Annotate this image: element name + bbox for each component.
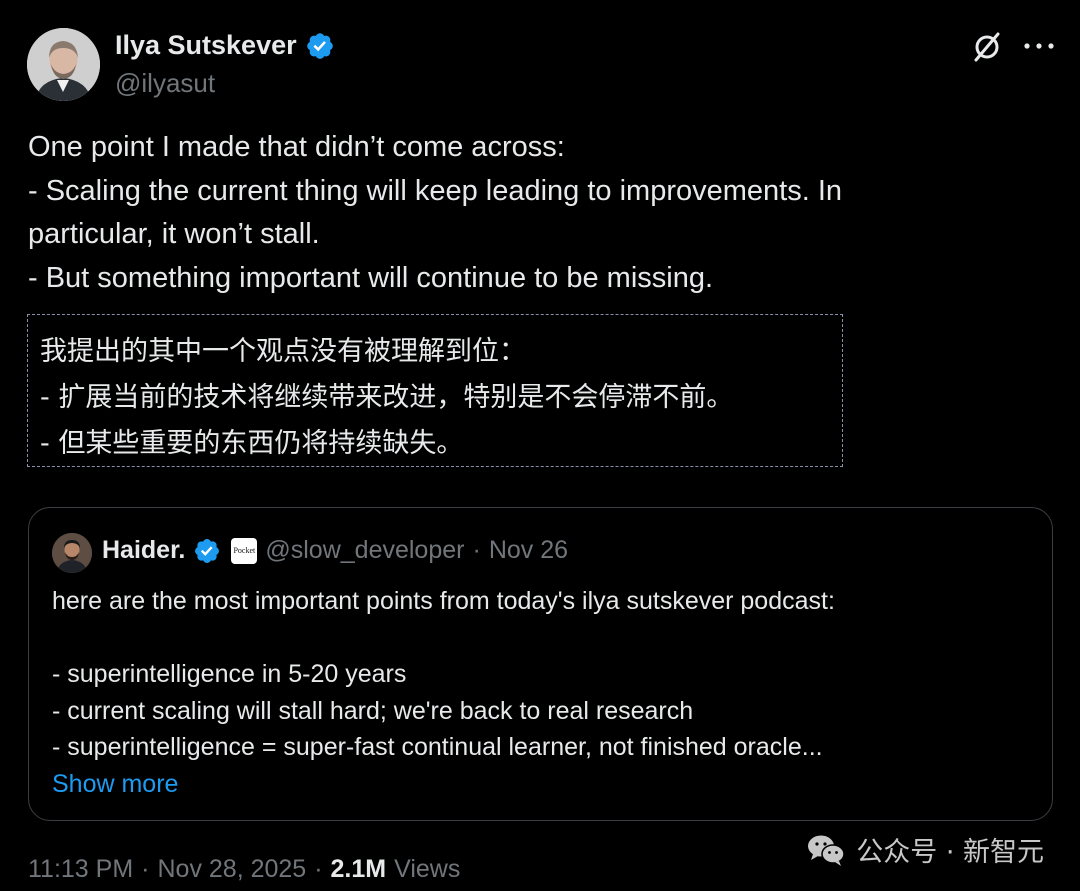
quoted-author-name[interactable]: Haider. bbox=[102, 536, 185, 565]
tweet-line: - But something important will continue … bbox=[28, 261, 714, 294]
quoted-line: here are the most important points from … bbox=[52, 587, 835, 615]
watermark: 公众号 · 新智元 bbox=[806, 830, 1044, 869]
tweet-line: particular, it won’t stall. bbox=[28, 218, 320, 250]
show-more-link[interactable]: Show more bbox=[52, 766, 1042, 803]
tweet-line: One point I made that didn’t come across… bbox=[28, 131, 565, 163]
quoted-author-avatar[interactable] bbox=[52, 533, 92, 573]
author-avatar[interactable] bbox=[27, 28, 100, 101]
tweet-time[interactable]: 11:13 PM bbox=[28, 855, 133, 884]
translation-line: - 但某些重要的东西仍将持续缺失。 bbox=[40, 428, 464, 459]
more-options-icon[interactable] bbox=[1023, 38, 1055, 54]
quoted-date[interactable]: Nov 26 bbox=[489, 536, 568, 565]
author-name[interactable]: Ilya Sutskever bbox=[115, 30, 297, 61]
quoted-line: - superintelligence = super-fast continu… bbox=[52, 733, 823, 761]
tweet-meta: 11:13 PM · Nov 28, 2025 · 2.1M Views bbox=[28, 855, 460, 884]
affiliate-badge: Pocket bbox=[231, 537, 258, 564]
quoted-line: - current scaling will stall hard; we're… bbox=[52, 696, 694, 725]
tweet-text: One point I made that didn’t come across… bbox=[28, 126, 1048, 300]
translation-box: 我提出的其中一个观点没有被理解到位： - 扩展当前的技术将继续带来改进，特别是不… bbox=[27, 314, 843, 467]
quoted-tweet-card[interactable]: Haider. Pocket @slow_developer · Nov 26 … bbox=[28, 507, 1053, 821]
tweet-date[interactable]: Nov 28, 2025 bbox=[157, 855, 306, 884]
author-handle[interactable]: @ilyasut bbox=[115, 68, 215, 99]
tweet-line: - Scaling the current thing will keep le… bbox=[28, 174, 843, 207]
separator-dot: · bbox=[314, 855, 323, 883]
views-label: Views bbox=[394, 855, 461, 883]
quoted-line: - superintelligence in 5-20 years bbox=[52, 660, 407, 688]
wechat-icon bbox=[808, 835, 845, 866]
watermark-text: 公众号 · 新智元 bbox=[856, 837, 1044, 868]
views-count: 2.1M bbox=[330, 855, 387, 883]
verified-badge-icon bbox=[195, 538, 220, 563]
quoted-header: Haider. Pocket @slow_developer · Nov 26 bbox=[102, 536, 568, 565]
translation-line: 我提出的其中一个观点没有被理解到位： bbox=[40, 336, 526, 367]
separator-dot: · bbox=[472, 536, 481, 564]
separator-dot: · bbox=[141, 855, 150, 883]
quoted-tweet-text: here are the most important points from … bbox=[52, 583, 1042, 802]
quoted-line bbox=[52, 620, 1042, 657]
translation-line: - 扩展当前的技术将继续带来改进，特别是不会停滞不前。 bbox=[40, 382, 734, 413]
grok-icon[interactable] bbox=[968, 28, 1006, 66]
author-name-row[interactable]: Ilya Sutskever bbox=[115, 30, 335, 61]
quoted-author-handle[interactable]: @slow_developer bbox=[265, 536, 464, 565]
verified-badge-icon bbox=[306, 32, 333, 59]
